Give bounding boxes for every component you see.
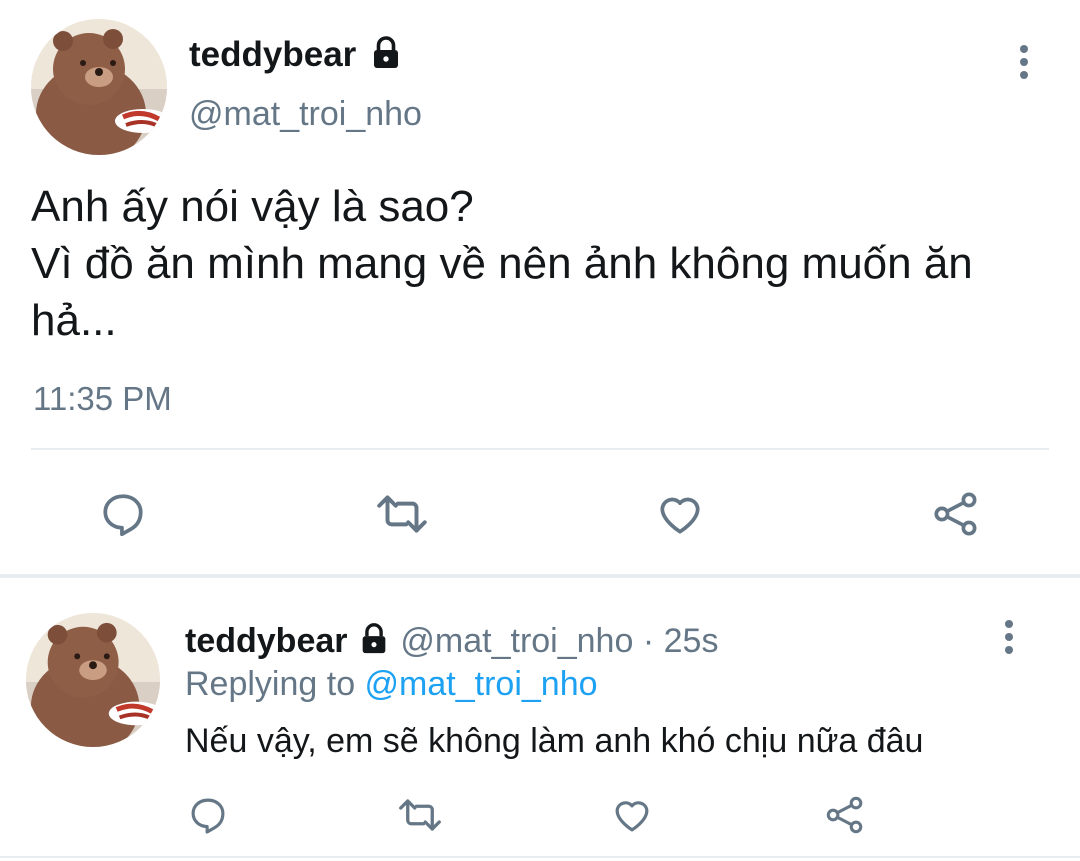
retweet-icon — [399, 799, 441, 831]
handle[interactable]: @mat_troi_nho — [400, 622, 633, 660]
tweet-age[interactable]: 25s — [664, 622, 719, 660]
reply-icon — [103, 494, 143, 537]
reply-button[interactable] — [185, 792, 231, 838]
share-icon — [934, 492, 977, 536]
retweet-button[interactable] — [394, 792, 446, 838]
like-button[interactable] — [609, 792, 655, 838]
bear-avatar-icon — [26, 613, 160, 747]
lock-icon — [374, 36, 399, 68]
replying-to-label: Replying to — [185, 665, 365, 703]
like-button[interactable] — [652, 486, 708, 542]
display-name[interactable]: teddybear — [185, 622, 348, 660]
handle[interactable]: @mat_troi_nho — [189, 94, 422, 134]
section-divider — [0, 574, 1080, 578]
retweet-button[interactable] — [372, 486, 432, 542]
like-icon — [660, 497, 700, 534]
reply-button[interactable] — [95, 486, 151, 542]
tweet-text: Anh ấy nói vậy là sao? Vì đồ ăn mình man… — [31, 182, 973, 345]
like-icon — [615, 801, 649, 832]
display-name-text[interactable]: teddybear — [189, 35, 356, 74]
reply-header: teddybear @mat_troi_nho · 25s — [185, 619, 718, 663]
separator-dot: · — [642, 622, 655, 660]
retweet-icon — [377, 495, 427, 533]
display-name[interactable]: teddybear — [189, 33, 404, 77]
avatar[interactable] — [26, 613, 160, 747]
share-icon — [826, 796, 863, 834]
tweet-text: Nếu vậy, em sẽ không làm anh khó chịu nữ… — [185, 722, 924, 760]
share-button[interactable] — [928, 486, 984, 542]
replying-to-handle-link[interactable]: @mat_troi_nho — [365, 665, 598, 703]
bear-avatar-icon — [31, 19, 167, 155]
bottom-divider — [0, 856, 1080, 858]
divider — [31, 448, 1049, 450]
share-button[interactable] — [822, 792, 868, 838]
reply-icon — [191, 798, 225, 834]
replying-to: Replying to @mat_troi_nho — [185, 662, 598, 706]
tweet-timestamp[interactable]: 11:35 PM — [33, 378, 172, 420]
lock-icon — [362, 623, 386, 654]
more-options-icon[interactable] — [1008, 42, 1040, 82]
more-options-icon[interactable] — [994, 617, 1024, 657]
avatar[interactable] — [31, 19, 167, 155]
